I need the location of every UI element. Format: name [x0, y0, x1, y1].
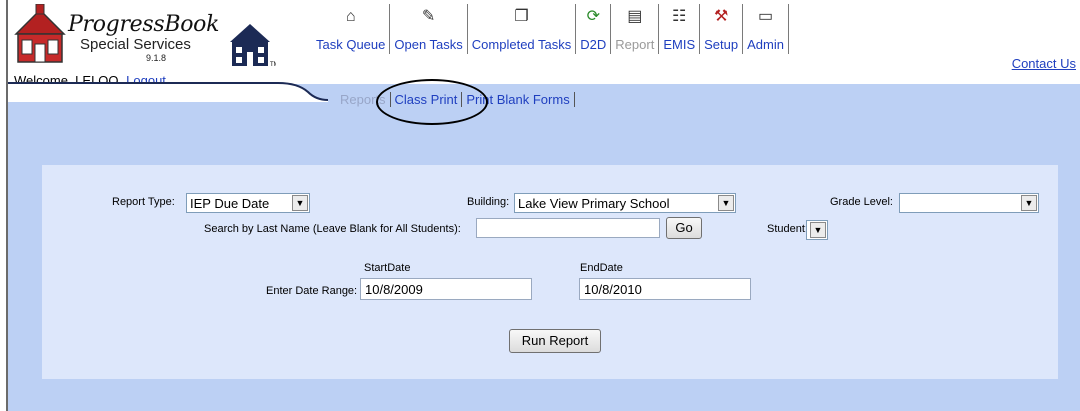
- nav-admin[interactable]: ▭ Admin: [743, 4, 789, 54]
- date-range-label: Enter Date Range:: [266, 285, 358, 297]
- nav-open-tasks[interactable]: ✎ Open Tasks: [390, 4, 468, 54]
- pencil-icon: ✎: [421, 8, 436, 25]
- nav-label: Setup: [704, 37, 739, 52]
- sub-nav: Reports Class Print Print Blank Forms: [336, 92, 575, 107]
- start-date-label: StartDate: [364, 262, 411, 274]
- student-label: Student:: [767, 223, 808, 235]
- home-icon: ⌂: [345, 8, 356, 25]
- report-type-label: Report Type:: [112, 196, 175, 208]
- nav-report[interactable]: ▤ Report: [611, 4, 660, 54]
- subnav-class-print[interactable]: Class Print: [391, 92, 463, 107]
- nav-label: Admin: [747, 37, 784, 52]
- grade-level-label: Grade Level:: [830, 196, 893, 208]
- schoolhouse-icon: [14, 4, 66, 63]
- chevron-down-icon: ▼: [1021, 195, 1037, 211]
- nav-d2d[interactable]: ⟳ D2D: [576, 4, 612, 54]
- nav-label: D2D: [580, 37, 607, 52]
- sync-icon: ⟳: [586, 8, 600, 25]
- book-icon: ▤: [627, 8, 643, 25]
- report-type-select[interactable]: IEP Due Date ▼: [186, 193, 310, 213]
- go-button[interactable]: Go: [666, 217, 702, 239]
- nav-completed-tasks[interactable]: ❐ Completed Tasks: [468, 4, 577, 54]
- version: 9.1.8: [146, 53, 167, 63]
- nav-task-queue[interactable]: ⌂ Task Queue: [312, 4, 391, 54]
- chevron-down-icon: ▼: [718, 195, 734, 211]
- nav-emis[interactable]: ☷ EMIS: [659, 4, 701, 54]
- end-date-input[interactable]: 10/8/2010: [579, 278, 751, 300]
- nav-label: EMIS: [663, 37, 696, 52]
- building-select[interactable]: Lake View Primary School ▼: [514, 193, 736, 213]
- grade-level-select[interactable]: ▼: [899, 193, 1039, 213]
- tools-icon: ⚒: [713, 8, 729, 25]
- chevron-down-icon: ▼: [810, 222, 826, 238]
- logo-subtitle: Special Services: [80, 36, 191, 53]
- subnav-print-blank-forms[interactable]: Print Blank Forms: [462, 92, 575, 107]
- chevron-down-icon: ▼: [292, 195, 308, 211]
- run-report-button[interactable]: Run Report: [509, 329, 601, 353]
- start-date-input[interactable]: 10/8/2009: [360, 278, 532, 300]
- report-form-panel: Report Type: IEP Due Date ▼ Building: La…: [42, 165, 1058, 379]
- nav-label: Open Tasks: [394, 37, 463, 52]
- logo-title: ProgressBook: [68, 12, 220, 37]
- last-name-search-input[interactable]: [476, 218, 660, 238]
- nav-setup[interactable]: ⚒ Setup: [700, 4, 744, 54]
- nav-label: Report: [615, 37, 655, 52]
- list-icon: ☷: [672, 8, 687, 25]
- student-select[interactable]: ▼: [806, 220, 828, 240]
- school-icon: TM: [230, 24, 276, 68]
- subnav-reports[interactable]: Reports: [336, 92, 391, 107]
- nav-label: Completed Tasks: [471, 37, 572, 52]
- search-label: Search by Last Name (Leave Blank for All…: [204, 223, 461, 235]
- end-date-label: EndDate: [580, 262, 623, 274]
- svg-text:TM: TM: [270, 62, 276, 68]
- header-curve: [8, 82, 328, 102]
- document-icon: ❐: [514, 8, 529, 25]
- building-label: Building:: [467, 196, 510, 208]
- top-nav: ⌂ Task Queue ✎ Open Tasks ❐ Completed Ta…: [312, 4, 789, 54]
- contact-us-link[interactable]: Contact Us: [1012, 56, 1076, 71]
- building-value: Lake View Primary School: [518, 196, 670, 211]
- app-frame: TM ProgressBook Special Services 9.1.8 W…: [6, 0, 1080, 411]
- nav-label: Task Queue: [316, 37, 386, 52]
- report-type-value: IEP Due Date: [190, 196, 270, 211]
- computer-icon: ▭: [757, 8, 774, 25]
